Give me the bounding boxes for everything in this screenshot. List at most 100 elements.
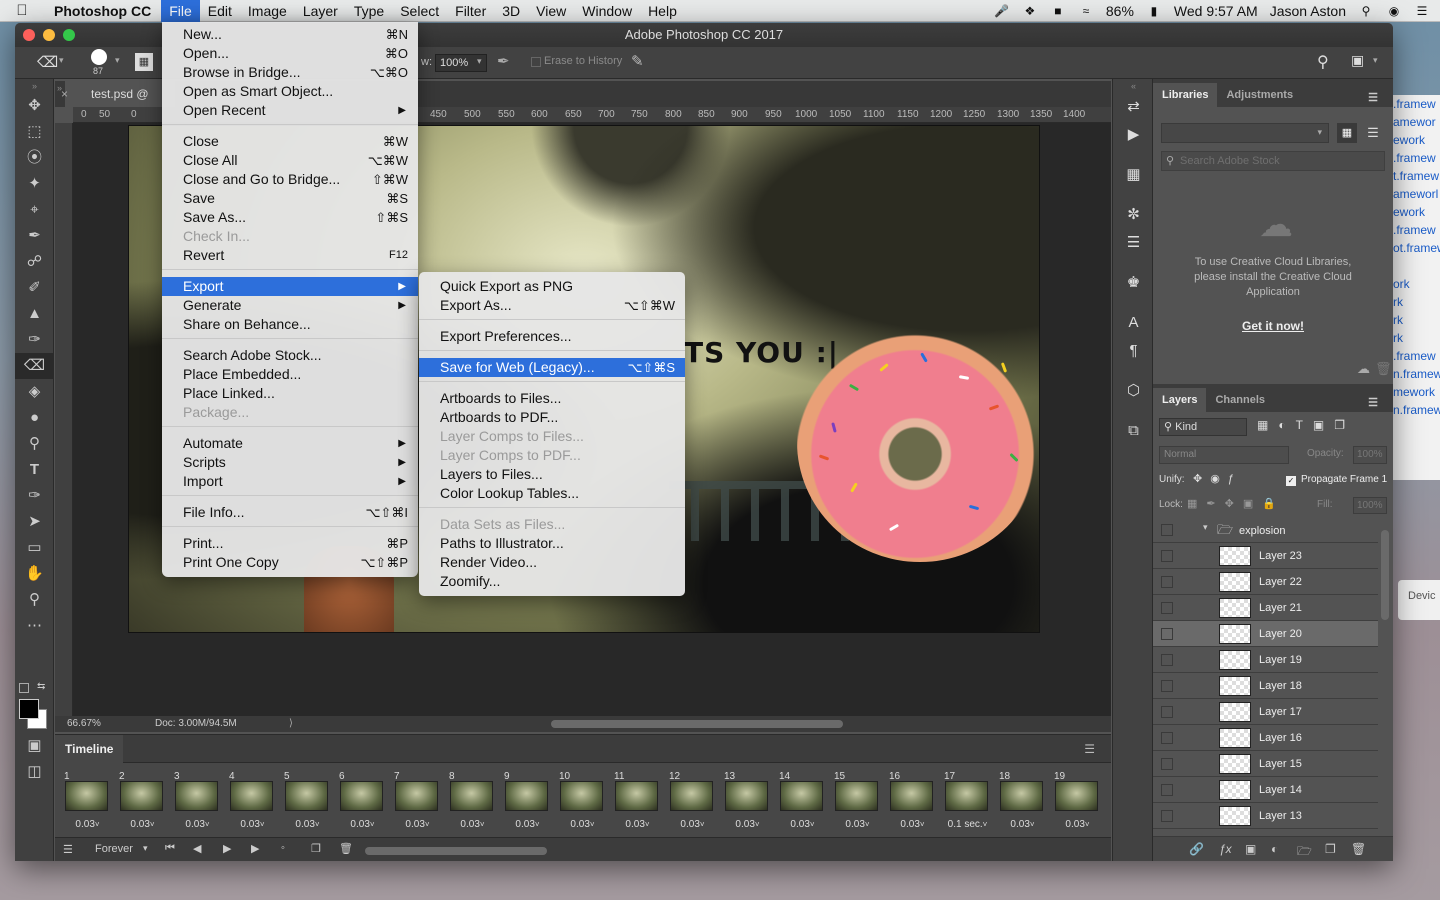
layer-row[interactable]: Layer 21 [1153, 595, 1378, 621]
swap-colors-icon[interactable]: ⇆ [37, 681, 45, 692]
visibility-toggle[interactable] [1161, 550, 1173, 562]
new-layer-icon[interactable]: ❐ [1325, 842, 1336, 856]
export-menu-item[interactable]: Paths to Illustrator... [419, 534, 685, 553]
horizontal-scrollbar[interactable] [551, 720, 843, 728]
collapse-icon[interactable]: » [15, 79, 54, 93]
chevron-right-icon[interactable]: ⟩ [289, 716, 293, 732]
add-mask-icon[interactable]: ▣ [1245, 842, 1256, 856]
eyedropper-tool-icon[interactable]: ✒ [15, 223, 54, 249]
tab-layers[interactable]: Layers [1153, 388, 1207, 412]
file-menu-item[interactable]: Open... ⌘O [162, 44, 418, 63]
microphone-icon[interactable]: 🎤 [994, 4, 1010, 18]
dodge-tool-icon[interactable]: ⚲ [15, 431, 54, 457]
collapse-icon[interactable]: « [1113, 79, 1154, 93]
layer-row[interactable]: Layer 23 [1153, 543, 1378, 569]
library-dropdown[interactable]: ▾ [1161, 123, 1329, 143]
menu-help[interactable]: Help [640, 0, 685, 22]
frame-delay[interactable]: 0.03˅ [666, 819, 719, 830]
trash-icon[interactable]: 🗑 [339, 842, 353, 855]
visibility-toggle[interactable] [1161, 784, 1173, 796]
brush-tool-icon[interactable]: ✐ [15, 275, 54, 301]
adobe-cc-icon[interactable]: ■ [1050, 4, 1066, 18]
layer-row[interactable]: Layer 15 [1153, 751, 1378, 777]
chevron-down-icon[interactable]: ▾ [1203, 522, 1208, 533]
unify-icons[interactable]: ✥◉ƒ [1193, 472, 1242, 485]
brush-settings-icon[interactable]: ✼ [1113, 201, 1154, 229]
file-menu-item[interactable]: Save ⌘S [162, 189, 418, 208]
visibility-toggle[interactable] [1161, 758, 1173, 770]
zoom-tool-icon[interactable]: ⚲ [15, 587, 54, 613]
first-frame-icon[interactable]: ⏮ [165, 842, 175, 855]
frame-delay[interactable]: 0.03˅ [776, 819, 829, 830]
animation-frame[interactable]: 19 0.03˅ [1051, 769, 1104, 835]
hand-tool-icon[interactable]: ✋ [15, 561, 54, 587]
previous-frame-icon[interactable]: ◀ [193, 842, 201, 855]
file-menu-item[interactable]: Print One Copy ⌥⇧⌘P [162, 553, 418, 572]
visibility-toggle[interactable] [1161, 576, 1173, 588]
menu-window[interactable]: Window [574, 0, 640, 22]
layer-group-row[interactable]: ▾ 🗁 explosion [1153, 517, 1378, 543]
menu-type[interactable]: Type [346, 0, 392, 22]
layers-scrollbar[interactable] [1381, 530, 1389, 620]
visibility-toggle[interactable] [1161, 680, 1173, 692]
animation-frame[interactable]: 4 0.03˅ [226, 769, 279, 835]
menu-file[interactable]: File [161, 0, 200, 22]
eraser-preset-icon[interactable]: ⌫ [37, 53, 58, 71]
menu-filter[interactable]: Filter [447, 0, 494, 22]
timeline-scrollbar[interactable] [365, 847, 547, 855]
animation-frame[interactable]: 10 0.03˅ [556, 769, 609, 835]
brush-preview-icon[interactable] [91, 49, 107, 65]
layer-row[interactable]: Layer 16 [1153, 725, 1378, 751]
frame-delay[interactable]: 0.1 sec.˅ [941, 819, 994, 830]
export-menu-item[interactable]: Export Preferences... [419, 327, 685, 346]
lock-icons[interactable]: ▦✒✥▣🔒 [1187, 497, 1285, 510]
close-tab-icon[interactable]: × [61, 81, 68, 107]
tab-adjustments[interactable]: Adjustments [1217, 83, 1302, 107]
default-colors-icon[interactable] [19, 683, 29, 693]
user-name[interactable]: Jason Aston [1270, 3, 1346, 19]
animation-frame[interactable]: 15 0.03˅ [831, 769, 884, 835]
animation-frame[interactable]: 9 0.03˅ [501, 769, 554, 835]
frame-delay[interactable]: 0.03˅ [226, 819, 279, 830]
cc-sync-icon[interactable]: ☁ [1357, 361, 1370, 377]
export-menu-item[interactable]: Quick Export as PNG [419, 277, 685, 296]
wifi-icon[interactable]: ≈ [1078, 4, 1094, 18]
chevron-down-icon[interactable]: ▾ [115, 55, 120, 66]
frame-delay[interactable]: 0.03˅ [831, 819, 884, 830]
file-menu-item[interactable]: Place Linked... [162, 384, 418, 403]
layer-row[interactable]: Layer 22 [1153, 569, 1378, 595]
brush-panel-icon[interactable]: ▦ [135, 53, 153, 71]
layer-row[interactable]: Layer 20 [1153, 621, 1378, 647]
opacity-field[interactable]: 100% [1353, 446, 1387, 464]
convert-timeline-icon[interactable]: ☰ [63, 843, 73, 856]
healing-tool-icon[interactable]: ☍ [15, 249, 54, 275]
export-menu-item[interactable]: Layers to Files... [419, 465, 685, 484]
history-brush-tool-icon[interactable]: ✑ [15, 327, 54, 353]
clock[interactable]: Wed 9:57 AM [1174, 3, 1258, 19]
frame-delay[interactable]: 0.03˅ [1051, 819, 1104, 830]
pressure-icon[interactable]: ✎ [631, 52, 644, 70]
menu-3d[interactable]: 3D [494, 0, 528, 22]
layer-comps-icon[interactable]: ⧉ [1113, 417, 1154, 445]
file-menu-item[interactable]: Search Adobe Stock... [162, 346, 418, 365]
panel-menu-icon[interactable]: ☰ [1074, 735, 1105, 763]
visibility-toggle[interactable] [1161, 602, 1173, 614]
tween-icon[interactable]: ◦ [281, 842, 285, 854]
type-tool-icon[interactable]: T [15, 457, 54, 483]
stock-search-input[interactable]: ⚲ Search Adobe Stock [1161, 151, 1385, 171]
siri-icon[interactable]: ◉ [1386, 4, 1402, 18]
screen-mode-icon[interactable]: ◫ [15, 759, 54, 785]
file-menu-item[interactable]: Automate ▶ [162, 434, 418, 453]
actions-panel-icon[interactable]: ▶ [1113, 121, 1154, 149]
layer-row[interactable]: Layer 13 [1153, 803, 1378, 829]
airbrush-icon[interactable]: ✒ [497, 52, 510, 70]
more-tools-icon[interactable]: ⋯ [15, 613, 54, 639]
chevron-down-icon[interactable]: ▾ [59, 55, 64, 66]
menu-edit[interactable]: Edit [200, 0, 240, 22]
spotlight-search-icon[interactable]: ⚲ [1358, 4, 1374, 18]
duplicate-frame-icon[interactable]: ❐ [311, 842, 321, 855]
file-menu-item[interactable]: Open as Smart Object... [162, 82, 418, 101]
layer-row[interactable]: Layer 18 [1153, 673, 1378, 699]
frame-delay[interactable]: 0.03˅ [336, 819, 389, 830]
doc-info[interactable]: Doc: 3.00M/94.5M [155, 716, 237, 732]
